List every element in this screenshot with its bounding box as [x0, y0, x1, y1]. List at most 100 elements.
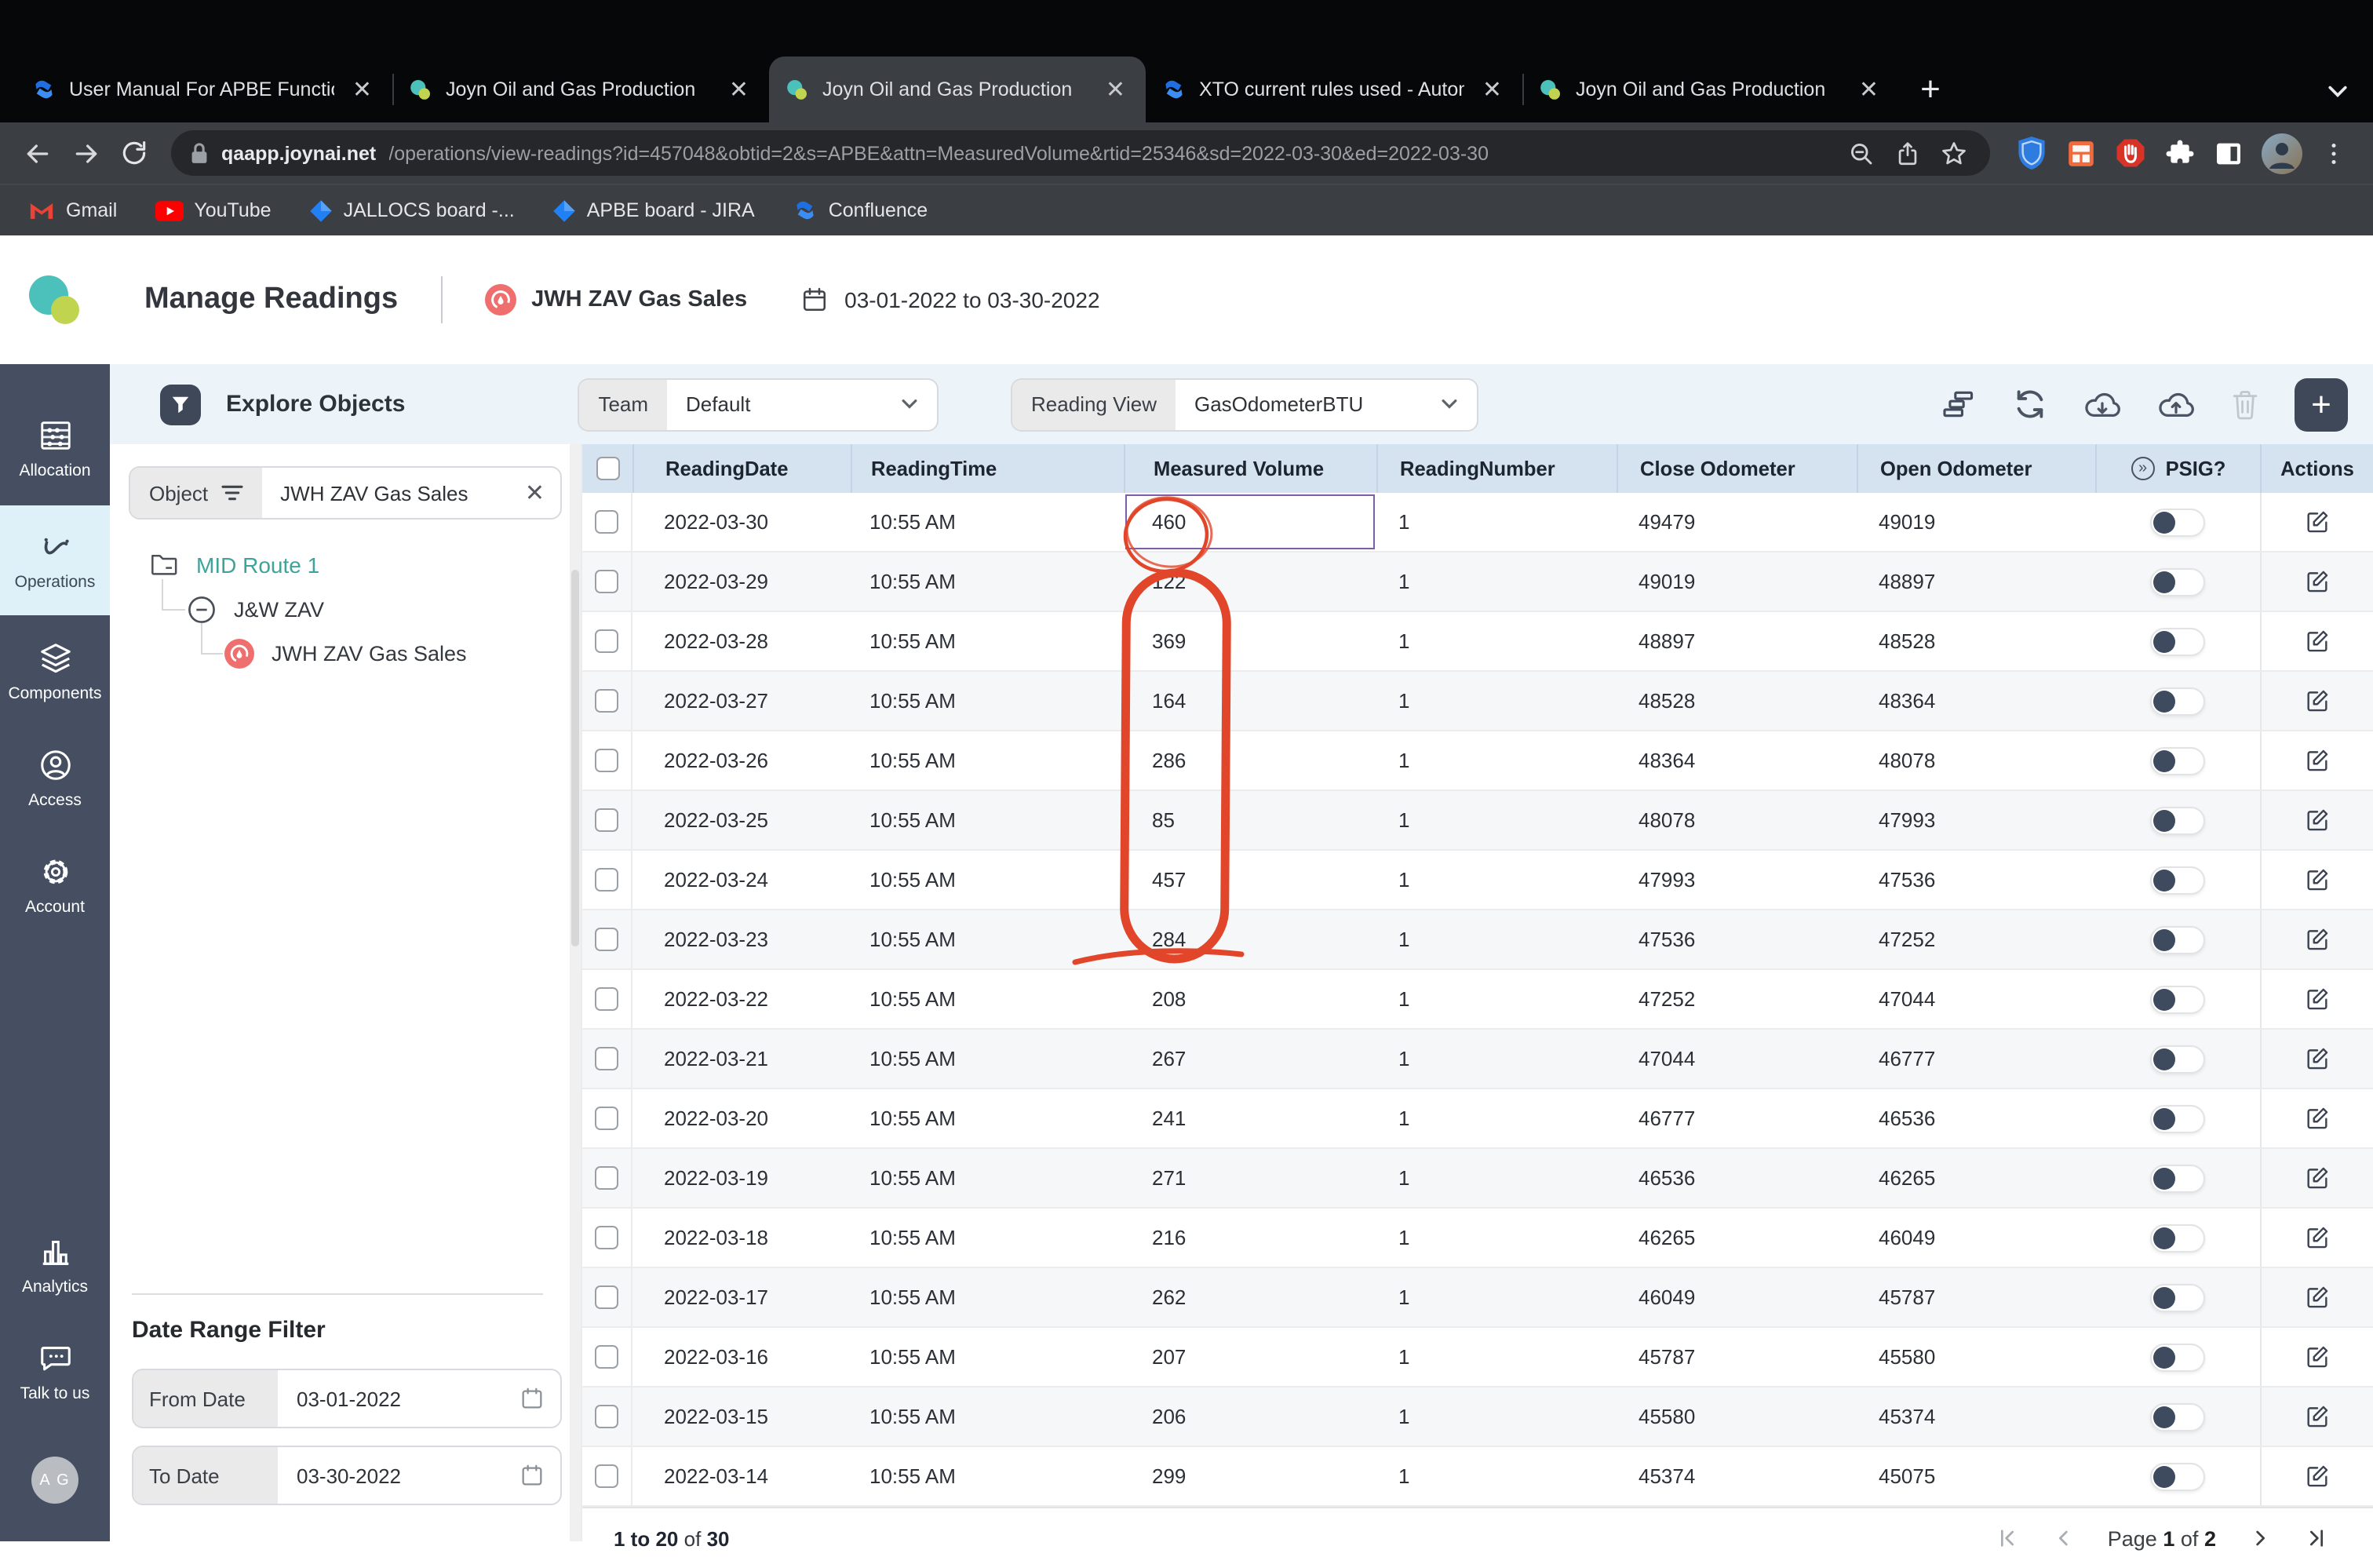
- tab-close-icon[interactable]: ✕: [1478, 75, 1507, 104]
- edit-row-icon[interactable]: [2304, 866, 2331, 893]
- cell-measured-volume[interactable]: 299: [1124, 1447, 1376, 1505]
- psig-toggle[interactable]: [2150, 866, 2205, 894]
- col-psig[interactable]: »PSIG?: [2095, 444, 2260, 493]
- table-row[interactable]: 2022-03-2610:55 AM28614836448078: [582, 731, 2373, 791]
- bookmark-item[interactable]: Confluence: [793, 198, 928, 223]
- tree-item-route[interactable]: MID Route 1: [149, 551, 319, 578]
- table-row[interactable]: 2022-03-2510:55 AM8514807847993: [582, 791, 2373, 851]
- edit-row-icon[interactable]: [2304, 1165, 2331, 1191]
- refresh-icon[interactable]: [113, 132, 155, 174]
- table-row[interactable]: 2022-03-2910:55 AM12214901948897: [582, 552, 2373, 612]
- edit-row-icon[interactable]: [2304, 628, 2331, 655]
- psig-toggle[interactable]: [2150, 627, 2205, 655]
- cell-measured-volume[interactable]: 262: [1124, 1268, 1376, 1326]
- row-checkbox[interactable]: [595, 1107, 618, 1130]
- psig-toggle[interactable]: [2150, 925, 2205, 954]
- psig-toggle[interactable]: [2150, 806, 2205, 834]
- cell-measured-volume[interactable]: 208: [1124, 970, 1376, 1028]
- col-reading-date[interactable]: ReadingDate: [632, 444, 851, 493]
- browser-tab[interactable]: Joyn Oil and Gas Production✕: [1522, 57, 1899, 122]
- psig-toggle[interactable]: [2150, 1402, 2205, 1431]
- back-icon[interactable]: [16, 132, 58, 174]
- new-tab-button[interactable]: +: [1905, 63, 1956, 116]
- object-filter[interactable]: Object JWH ZAV Gas Sales✕: [129, 466, 562, 520]
- tab-close-icon[interactable]: ✕: [348, 75, 377, 104]
- tab-close-icon[interactable]: ✕: [1854, 75, 1883, 104]
- edit-row-icon[interactable]: [2304, 747, 2331, 774]
- delete-icon[interactable]: [2230, 388, 2260, 421]
- prev-page-icon[interactable]: [2051, 1526, 2076, 1551]
- tab-search-chevron-icon[interactable]: [2327, 85, 2348, 99]
- gantt-view-icon[interactable]: [1941, 389, 1978, 419]
- psig-toggle[interactable]: [2150, 985, 2205, 1013]
- col-reading-time[interactable]: ReadingTime: [851, 444, 1124, 493]
- edit-row-icon[interactable]: [2304, 807, 2331, 833]
- tab-close-icon[interactable]: ✕: [1101, 75, 1130, 104]
- cell-measured-volume[interactable]: 457: [1124, 851, 1376, 909]
- edit-row-icon[interactable]: [2304, 1463, 2331, 1490]
- row-checkbox[interactable]: [595, 1405, 618, 1428]
- explore-filter-button[interactable]: [160, 384, 201, 425]
- cloud-download-icon[interactable]: [2083, 388, 2122, 421]
- psig-toggle[interactable]: [2150, 1164, 2205, 1192]
- table-row[interactable]: 2022-03-2310:55 AM28414753647252: [582, 910, 2373, 970]
- browser-tab[interactable]: User Manual For APBE Functio✕: [16, 57, 392, 122]
- edit-row-icon[interactable]: [2304, 1344, 2331, 1370]
- psig-toggle[interactable]: [2150, 1283, 2205, 1311]
- sidebar-item-operations[interactable]: Operations: [0, 505, 110, 615]
- panel-scrollbar[interactable]: [570, 444, 581, 1541]
- psig-toggle[interactable]: [2150, 567, 2205, 596]
- col-open-odometer[interactable]: Open Odometer: [1857, 444, 2095, 493]
- table-row[interactable]: 2022-03-2110:55 AM26714704446777: [582, 1030, 2373, 1089]
- browser-tab[interactable]: XTO current rules used - Autom✕: [1146, 57, 1522, 122]
- first-page-icon[interactable]: [1995, 1526, 2020, 1551]
- row-checkbox[interactable]: [595, 987, 618, 1011]
- cell-measured-volume[interactable]: 271: [1124, 1149, 1376, 1207]
- clear-object-filter-icon[interactable]: ✕: [525, 479, 545, 507]
- psig-toggle[interactable]: [2150, 508, 2205, 536]
- address-bar[interactable]: qaapp.joynai.net/operations/view-reading…: [171, 130, 1990, 176]
- sidebar-item-components[interactable]: Components: [0, 622, 110, 722]
- zoom-out-icon[interactable]: [1847, 139, 1875, 167]
- select-all-checkbox[interactable]: [596, 457, 619, 480]
- to-date-field[interactable]: To Date 03-30-2022: [132, 1446, 562, 1505]
- cell-measured-volume[interactable]: 267: [1124, 1030, 1376, 1088]
- bookmark-star-icon[interactable]: [1940, 139, 1968, 167]
- row-checkbox[interactable]: [595, 1464, 618, 1488]
- browser-tab[interactable]: Joyn Oil and Gas Production✕: [392, 57, 769, 122]
- cell-measured-volume[interactable]: 206: [1124, 1387, 1376, 1446]
- refresh-data-icon[interactable]: [2012, 386, 2048, 422]
- team-select[interactable]: Team Default: [578, 377, 939, 431]
- table-row[interactable]: 2022-03-3010:55 AM46014947949019: [582, 493, 2373, 552]
- reading-view-select[interactable]: Reading View GasOdometerBTU: [1011, 377, 1478, 431]
- cell-measured-volume[interactable]: 122: [1124, 552, 1376, 611]
- psig-toggle[interactable]: [2150, 1462, 2205, 1490]
- joyn-logo[interactable]: [0, 267, 110, 333]
- row-checkbox[interactable]: [595, 1166, 618, 1190]
- psig-toggle[interactable]: [2150, 1104, 2205, 1132]
- share-icon[interactable]: [1894, 139, 1921, 167]
- col-measured-volume[interactable]: Measured Volume: [1124, 444, 1376, 493]
- cell-measured-volume[interactable]: 85: [1124, 791, 1376, 849]
- col-reading-number[interactable]: ReadingNumber: [1376, 444, 1617, 493]
- table-row[interactable]: 2022-03-2710:55 AM16414852848364: [582, 672, 2373, 731]
- table-row[interactable]: 2022-03-1610:55 AM20714578745580: [582, 1328, 2373, 1387]
- psig-toggle[interactable]: [2150, 746, 2205, 775]
- expand-column-icon[interactable]: »: [2131, 457, 2155, 480]
- table-row[interactable]: 2022-03-1810:55 AM21614626546049: [582, 1209, 2373, 1268]
- row-checkbox[interactable]: [595, 868, 618, 892]
- psig-toggle[interactable]: [2150, 1045, 2205, 1073]
- table-row[interactable]: 2022-03-2210:55 AM20814725247044: [582, 970, 2373, 1030]
- from-date-field[interactable]: From Date 03-01-2022: [132, 1369, 562, 1428]
- row-checkbox[interactable]: [595, 1345, 618, 1369]
- bookmark-item[interactable]: YouTube: [155, 199, 271, 221]
- browser-menu-icon[interactable]: [2320, 139, 2348, 167]
- browser-tab[interactable]: Joyn Oil and Gas Production✕: [769, 57, 1146, 122]
- edit-row-icon[interactable]: [2304, 1403, 2331, 1430]
- cell-measured-volume[interactable]: 216: [1124, 1209, 1376, 1267]
- edit-row-icon[interactable]: [2304, 509, 2331, 535]
- table-row[interactable]: 2022-03-2410:55 AM45714799347536: [582, 851, 2373, 910]
- last-page-icon[interactable]: [2304, 1526, 2329, 1551]
- row-checkbox[interactable]: [595, 510, 618, 534]
- user-avatar[interactable]: A G: [31, 1457, 78, 1504]
